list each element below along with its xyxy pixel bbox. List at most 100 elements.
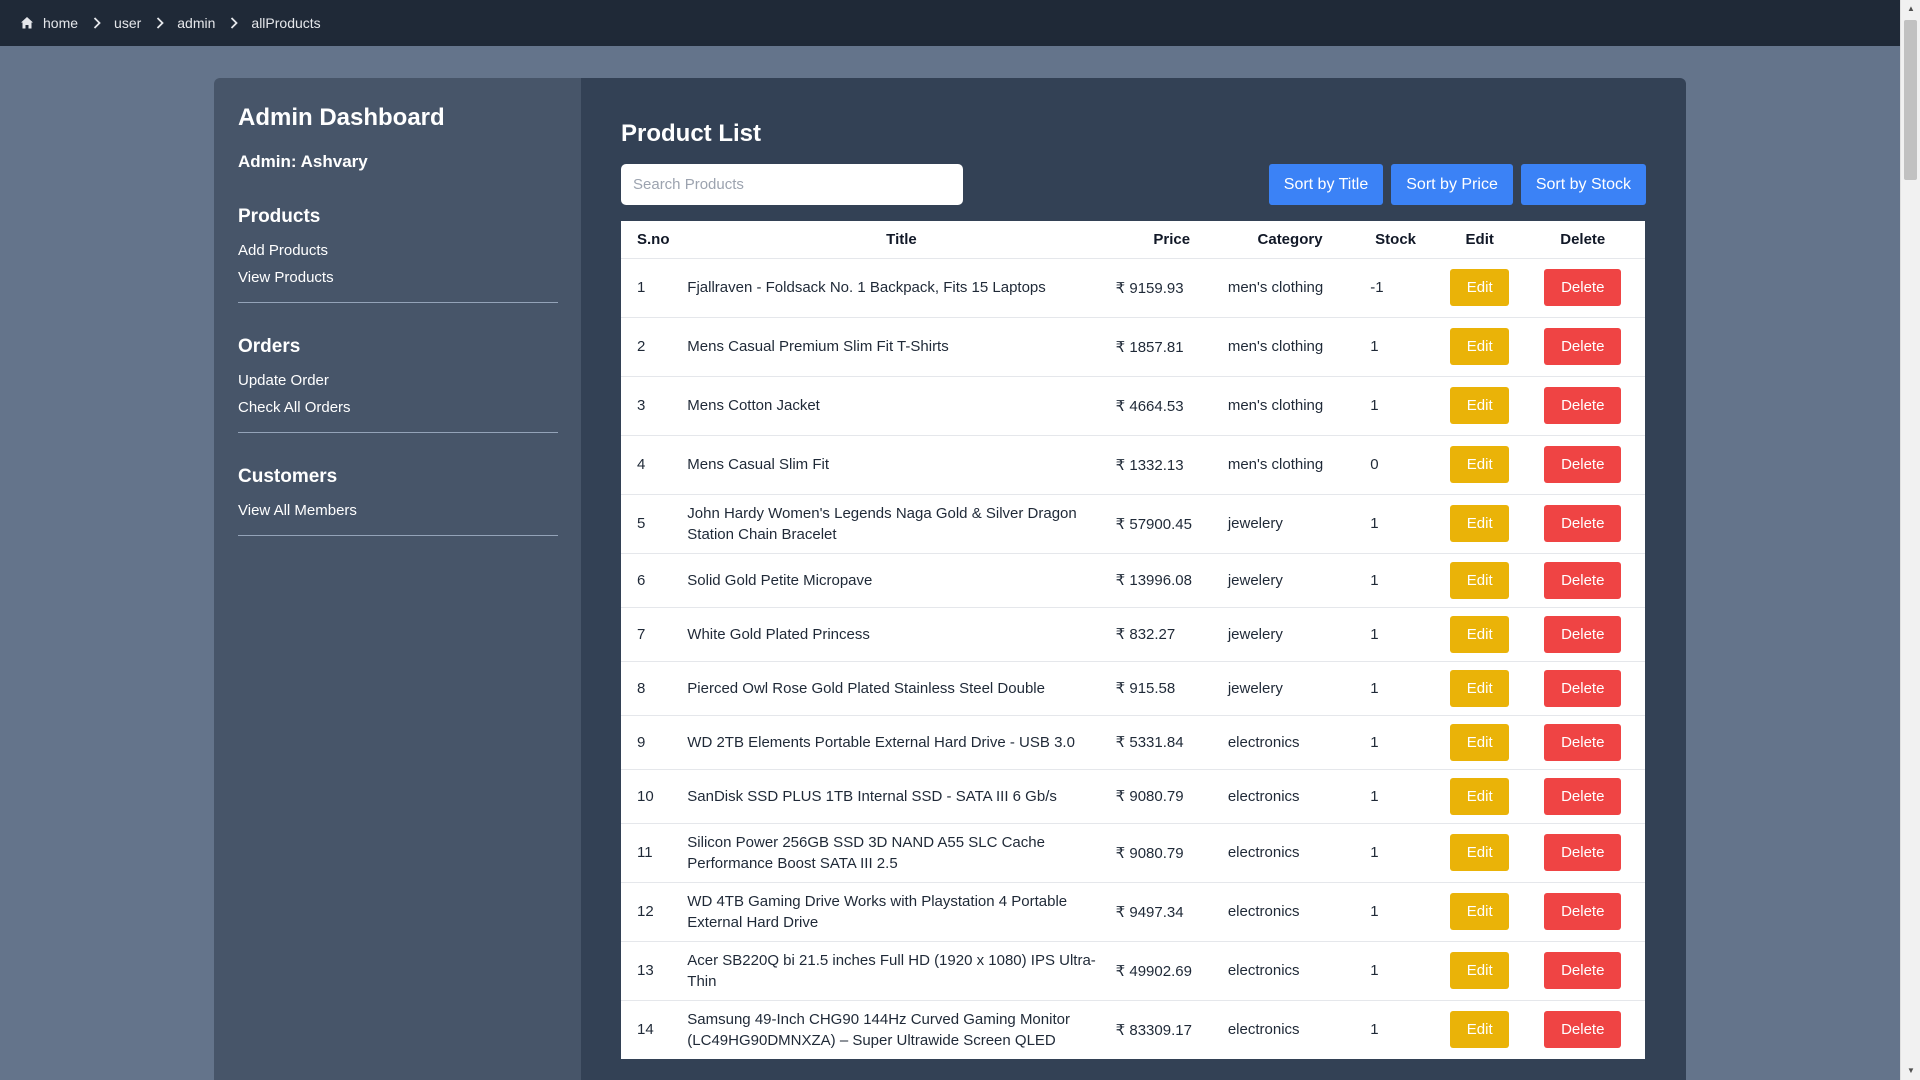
table-row: 3 Mens Cotton Jacket ₹ 4664.53 men's clothi…	[621, 375, 1645, 435]
cell-edit: Edit	[1438, 493, 1521, 553]
cell-stock: 1	[1352, 606, 1439, 661]
delete-button[interactable]: Delete	[1544, 505, 1622, 542]
edit-button[interactable]: Edit	[1450, 505, 1510, 542]
scroll-thumb[interactable]	[1904, 20, 1917, 180]
delete-button[interactable]: Delete	[1544, 777, 1622, 815]
cell-sno: 2	[621, 316, 688, 376]
delete-button[interactable]: Delete	[1544, 328, 1622, 365]
cell-price: ₹ 9159.93	[1115, 257, 1228, 317]
delete-button[interactable]: Delete	[1544, 561, 1622, 599]
cell-category: men's clothing	[1227, 434, 1353, 494]
chevron-right-icon	[230, 17, 239, 29]
cell-stock: 1	[1352, 493, 1439, 553]
sidebar-link-update-order[interactable]: Update Order	[238, 372, 557, 389]
cell-price: ₹ 4664.53	[1115, 375, 1228, 435]
cell-title: Samsung 49-Inch CHG90 144Hz Curved Gamin…	[687, 999, 1116, 1059]
edit-button[interactable]: Edit	[1450, 446, 1510, 483]
edit-button[interactable]: Edit	[1450, 669, 1510, 707]
page-title: Product List	[621, 120, 762, 147]
home-icon	[20, 16, 34, 30]
table-row: 12 WD 4TB Gaming Drive Works with Playsta…	[621, 881, 1645, 941]
cell-edit: Edit	[1438, 552, 1521, 607]
cell-stock: 1	[1352, 999, 1439, 1059]
scroll-down-arrow-icon[interactable]: ▼	[1906, 1066, 1916, 1076]
table-row: 13 Acer SB220Q bi 21.5 inches Full HD (19…	[621, 940, 1645, 1000]
delete-button[interactable]: Delete	[1544, 952, 1622, 989]
cell-delete: Delete	[1520, 434, 1645, 494]
cell-stock: 0	[1352, 434, 1439, 494]
cell-category: men's clothing	[1227, 316, 1353, 376]
cell-category: electronics	[1227, 881, 1353, 941]
cell-stock: -1	[1352, 257, 1439, 317]
sidebar-link-view-products[interactable]: View Products	[238, 269, 557, 286]
cell-delete: Delete	[1520, 768, 1645, 823]
column-header-price: Price	[1153, 230, 1191, 248]
cell-title: Acer SB220Q bi 21.5 inches Full HD (1920…	[687, 940, 1116, 1000]
sort-by-title-button[interactable]: Sort by Title	[1268, 164, 1384, 205]
edit-button[interactable]: Edit	[1450, 328, 1510, 365]
sidebar-link-check-all-orders[interactable]: Check All Orders	[238, 399, 557, 416]
breadcrumb-item-home[interactable]: home	[20, 15, 78, 31]
cell-stock: 1	[1352, 822, 1439, 882]
edit-button[interactable]: Edit	[1450, 723, 1510, 761]
table-row: 6 Solid Gold Petite Micropave ₹ 13996.08 je…	[621, 552, 1645, 607]
cell-stock: 1	[1352, 552, 1439, 607]
search-input[interactable]	[621, 164, 963, 205]
cell-delete: Delete	[1520, 822, 1645, 882]
controls-bar: Sort by Title Sort by Price Sort by Stoc…	[621, 164, 1646, 205]
scrollbar[interactable]: ▲ ▼	[1900, 0, 1920, 1080]
table-row: 11 Silicon Power 256GB SSD 3D NAND A55 SL…	[621, 822, 1645, 882]
delete-button[interactable]: Delete	[1544, 1011, 1622, 1049]
sidebar-link-add-products[interactable]: Add Products	[238, 242, 557, 259]
cell-edit: Edit	[1438, 822, 1521, 882]
cell-stock: 1	[1352, 375, 1439, 435]
table-row: 7 White Gold Plated Princess ₹ 832.27 jewel…	[621, 606, 1645, 661]
cell-title: Pierced Owl Rose Gold Plated Stainless S…	[687, 660, 1116, 715]
cell-delete: Delete	[1520, 714, 1645, 769]
cell-price: ₹ 9497.34	[1115, 881, 1228, 941]
delete-button[interactable]: Delete	[1544, 615, 1622, 653]
cell-price: ₹ 1857.81	[1115, 316, 1228, 376]
cell-edit: Edit	[1438, 257, 1521, 317]
edit-button[interactable]: Edit	[1450, 269, 1510, 306]
edit-button[interactable]: Edit	[1450, 561, 1510, 599]
edit-button[interactable]: Edit	[1450, 387, 1510, 424]
column-header-stock: Stock	[1375, 230, 1417, 248]
cell-category: electronics	[1227, 999, 1353, 1059]
edit-button[interactable]: Edit	[1450, 777, 1510, 815]
cell-sno: 9	[621, 714, 688, 769]
breadcrumb-link-allproducts[interactable]: allProducts	[251, 15, 320, 31]
sort-by-price-button[interactable]: Sort by Price	[1391, 164, 1513, 205]
cell-stock: 1	[1352, 768, 1439, 823]
edit-button[interactable]: Edit	[1450, 952, 1510, 989]
cell-sno: 8	[621, 660, 688, 715]
cell-delete: Delete	[1520, 493, 1645, 553]
edit-button[interactable]: Edit	[1450, 893, 1510, 930]
breadcrumb-link-user[interactable]: user	[114, 15, 141, 31]
main-content: Product List Sort by Title Sort by Price…	[581, 78, 1686, 1080]
cell-edit: Edit	[1438, 606, 1521, 661]
table-row: 14 Samsung 49-Inch CHG90 144Hz Curved Gam…	[621, 999, 1645, 1059]
cell-category: jewelery	[1227, 660, 1353, 715]
cell-price: ₹ 13996.08	[1115, 552, 1228, 607]
edit-button[interactable]: Edit	[1450, 615, 1510, 653]
edit-button[interactable]: Edit	[1450, 1011, 1510, 1049]
cell-sno: 13	[621, 940, 688, 1000]
sidebar-link-view-all-members[interactable]: View All Members	[238, 502, 557, 519]
scroll-up-arrow-icon[interactable]: ▲	[1906, 4, 1916, 14]
sort-by-stock-button[interactable]: Sort by Stock	[1520, 164, 1646, 205]
section-title-orders: Orders	[238, 336, 301, 357]
delete-button[interactable]: Delete	[1544, 269, 1622, 306]
delete-button[interactable]: Delete	[1544, 446, 1622, 483]
cell-category: jewelery	[1227, 493, 1353, 553]
cell-delete: Delete	[1520, 375, 1645, 435]
delete-button[interactable]: Delete	[1544, 893, 1622, 930]
delete-button[interactable]: Delete	[1544, 834, 1622, 871]
breadcrumb-link-admin[interactable]: admin	[177, 15, 215, 31]
edit-button[interactable]: Edit	[1450, 834, 1510, 871]
delete-button[interactable]: Delete	[1544, 723, 1622, 761]
cell-edit: Edit	[1438, 881, 1521, 941]
delete-button[interactable]: Delete	[1544, 387, 1622, 424]
delete-button[interactable]: Delete	[1544, 669, 1622, 707]
breadcrumb-link-home[interactable]: home	[43, 15, 78, 31]
